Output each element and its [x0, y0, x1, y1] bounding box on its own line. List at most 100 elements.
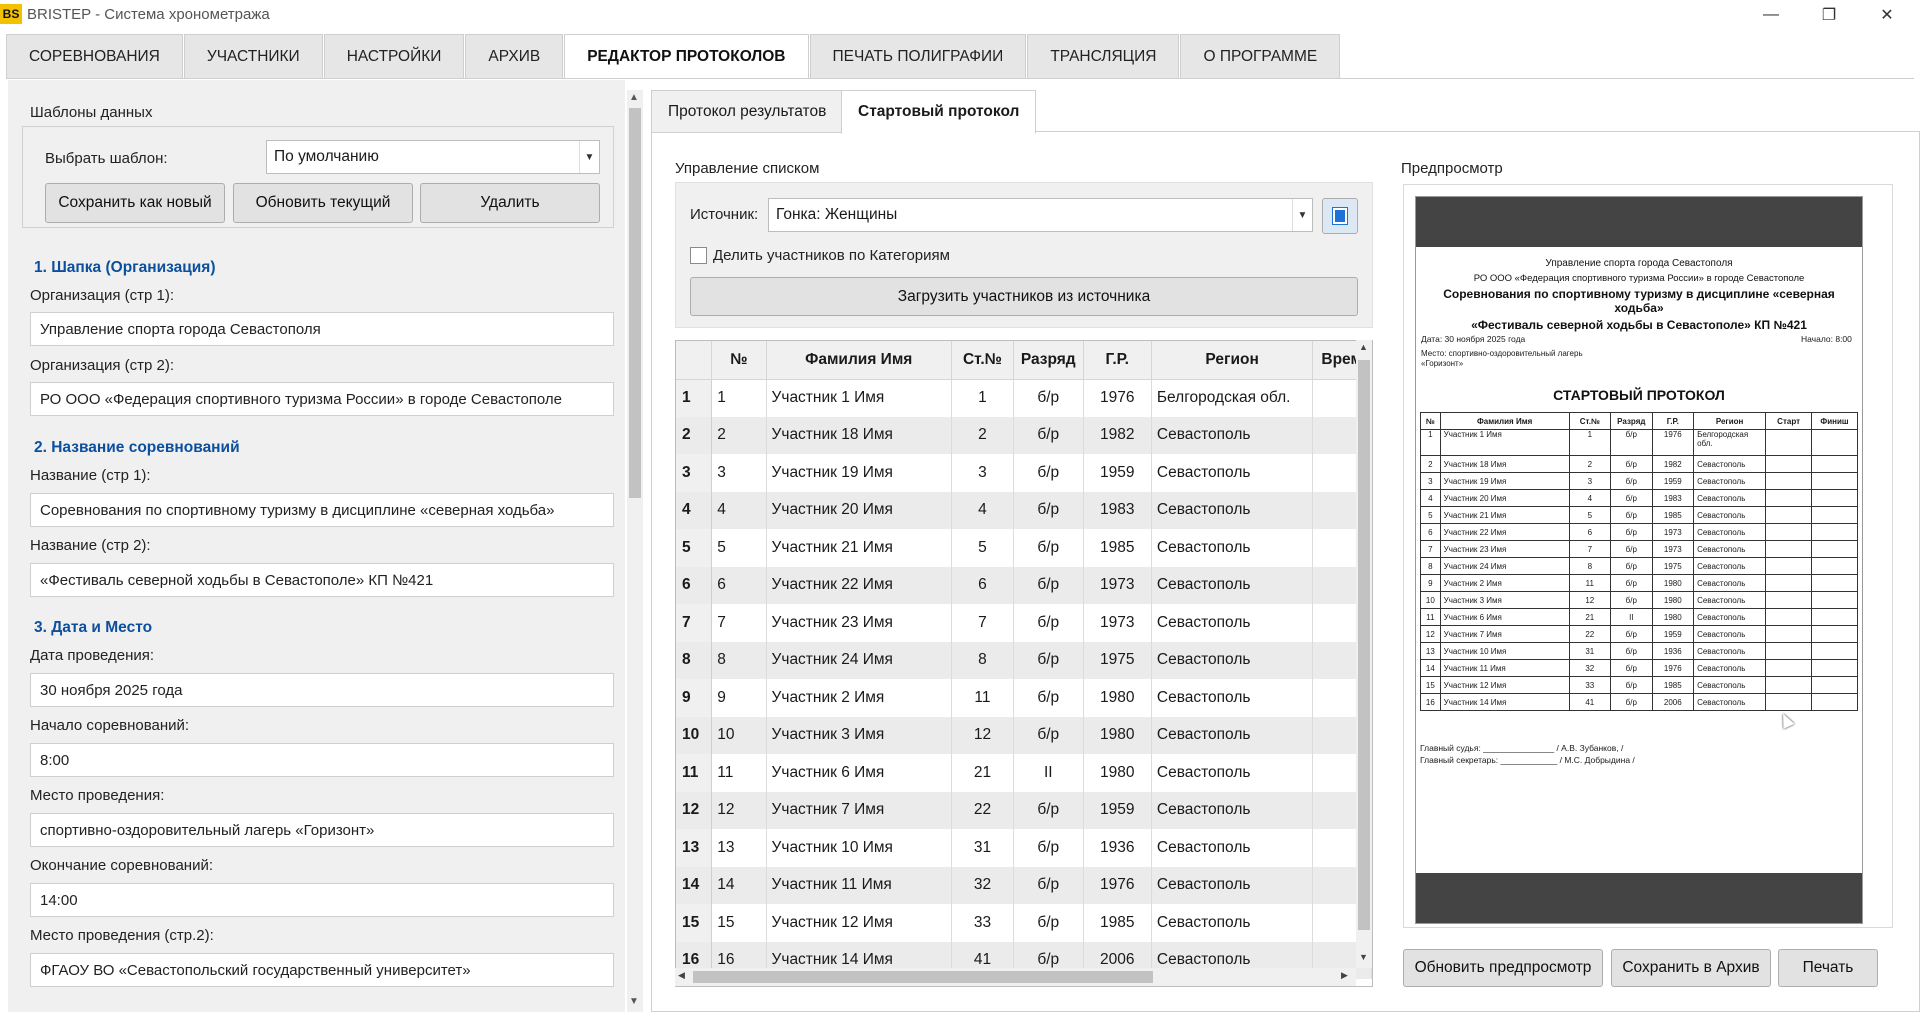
source-select[interactable]: Гонка: Женщины ▼	[768, 198, 1313, 232]
cell-number[interactable]: 3	[711, 454, 767, 492]
row-header[interactable]: 9	[676, 679, 713, 717]
refresh-source-button[interactable]	[1322, 198, 1358, 234]
table-row[interactable]: 6 6 Участник 22 Имя 6 б/р 1973 Севастополь	[676, 566, 1372, 604]
load-participants-button[interactable]: Загрузить участников из источника	[690, 277, 1358, 316]
cell-number[interactable]: 2	[711, 416, 767, 454]
cell-rank[interactable]: б/р	[1013, 716, 1084, 754]
row-header[interactable]: 11	[676, 754, 713, 792]
cell-bib[interactable]: 3	[951, 454, 1014, 492]
cell-bib[interactable]: 4	[951, 491, 1014, 529]
cell-number[interactable]: 6	[711, 566, 767, 604]
refresh-preview-button[interactable]: Обновить предпросмотр	[1403, 949, 1603, 987]
table-row[interactable]: 14 14 Участник 11 Имя 32 б/р 1976 Севастополь	[676, 866, 1372, 904]
cell-number[interactable]: 14	[711, 866, 767, 904]
tab-competitions[interactable]: СОРЕВНОВАНИЯ	[6, 34, 183, 79]
cell-region[interactable]: Севастополь	[1151, 566, 1314, 604]
cell-name[interactable]: Участник 3 Имя	[766, 716, 952, 754]
cell-bib[interactable]: 8	[951, 641, 1014, 679]
cell-name[interactable]: Участник 18 Имя	[766, 416, 952, 454]
cell-bib[interactable]: 33	[951, 904, 1014, 942]
cell-rank[interactable]: б/р	[1013, 829, 1084, 867]
cell-rank[interactable]: б/р	[1013, 604, 1084, 642]
cell-region[interactable]: Севастополь	[1151, 529, 1314, 567]
cell-number[interactable]: 15	[711, 904, 767, 942]
cell-year[interactable]: 1959	[1083, 791, 1152, 829]
tab-archive[interactable]: АРХИВ	[465, 34, 564, 79]
cell-bib[interactable]: 6	[951, 566, 1014, 604]
name2-field[interactable]: «Фестиваль северной ходьбы в Севастополе…	[30, 563, 614, 597]
split-categories-checkbox[interactable]	[690, 247, 707, 264]
cell-region[interactable]: Севастополь	[1151, 754, 1314, 792]
row-header[interactable]: 8	[676, 641, 713, 679]
cell-rank[interactable]: б/р	[1013, 416, 1084, 454]
cell-name[interactable]: Участник 2 Имя	[766, 679, 952, 717]
cell-name[interactable]: Участник 20 Имя	[766, 491, 952, 529]
cell-year[interactable]: 1976	[1083, 379, 1152, 417]
cell-region[interactable]: Севастополь	[1151, 491, 1314, 529]
cell-name[interactable]: Участник 10 Имя	[766, 829, 952, 867]
cell-region[interactable]: Севастополь	[1151, 641, 1314, 679]
cell-number[interactable]: 10	[711, 716, 767, 754]
cell-name[interactable]: Участник 1 Имя	[766, 379, 952, 417]
cell-rank[interactable]: б/р	[1013, 791, 1084, 829]
row-header[interactable]: 14	[676, 866, 713, 904]
cell-name[interactable]: Участник 19 Имя	[766, 454, 952, 492]
cell-year[interactable]: 1936	[1083, 829, 1152, 867]
scroll-down-icon[interactable]: ▼	[1359, 952, 1368, 962]
tab-print[interactable]: ПЕЧАТЬ ПОЛИГРАФИИ	[809, 34, 1027, 79]
cell-bib[interactable]: 21	[951, 754, 1014, 792]
cell-number[interactable]: 12	[711, 791, 767, 829]
preview-document[interactable]: Управление спорта города Севастополя РО …	[1415, 196, 1863, 924]
org1-field[interactable]: Управление спорта города Севастополя	[30, 312, 614, 346]
cell-number[interactable]: 9	[711, 679, 767, 717]
cell-year[interactable]: 1980	[1083, 754, 1152, 792]
cell-region[interactable]: Севастополь	[1151, 604, 1314, 642]
cell-number[interactable]: 5	[711, 529, 767, 567]
template-select[interactable]: По умолчанию ▼	[266, 140, 600, 174]
row-header[interactable]: 5	[676, 529, 713, 567]
cell-rank[interactable]: б/р	[1013, 866, 1084, 904]
cell-region[interactable]: Белгородская обл.	[1151, 379, 1314, 417]
table-row[interactable]: 3 3 Участник 19 Имя 3 б/р 1959 Севастополь	[676, 454, 1372, 492]
tab-participants[interactable]: УЧАСТНИКИ	[183, 34, 323, 79]
cell-rank[interactable]: б/р	[1013, 641, 1084, 679]
cell-region[interactable]: Севастополь	[1151, 829, 1314, 867]
table-row[interactable]: 15 15 Участник 12 Имя 33 б/р 1985 Севастополь	[676, 904, 1372, 942]
table-row[interactable]: 8 8 Участник 24 Имя 8 б/р 1975 Севастополь	[676, 641, 1372, 679]
left-scroll-thumb[interactable]	[629, 108, 641, 498]
grid-vscroll-thumb[interactable]	[1358, 360, 1370, 930]
cell-region[interactable]: Севастополь	[1151, 679, 1314, 717]
tab-start-protocol[interactable]: Стартовый протокол	[841, 90, 1037, 134]
start-field[interactable]: 8:00	[30, 743, 614, 777]
org2-field[interactable]: РО ООО «Федерация спортивного туризма Ро…	[30, 382, 614, 416]
end-field[interactable]: 14:00	[30, 883, 614, 917]
cell-year[interactable]: 1973	[1083, 566, 1152, 604]
cell-rank[interactable]: б/р	[1013, 379, 1084, 417]
table-row[interactable]: 13 13 Участник 10 Имя 31 б/р 1936 Севастополь	[676, 829, 1372, 867]
table-row[interactable]: 5 5 Участник 21 Имя 5 б/р 1985 Севастополь	[676, 529, 1372, 567]
scroll-up-icon[interactable]: ▲	[629, 92, 639, 103]
cell-year[interactable]: 1985	[1083, 904, 1152, 942]
delete-template-button[interactable]: Удалить	[420, 183, 600, 223]
cell-rank[interactable]: б/р	[1013, 566, 1084, 604]
scroll-left-icon[interactable]: ◀	[678, 970, 685, 981]
cell-name[interactable]: Участник 7 Имя	[766, 791, 952, 829]
row-header[interactable]: 1	[676, 379, 713, 417]
save-as-new-button[interactable]: Сохранить как новый	[45, 183, 225, 223]
grid-hscroll-thumb[interactable]	[693, 971, 1153, 983]
col-header-number[interactable]: №	[711, 341, 767, 380]
cell-bib[interactable]: 22	[951, 791, 1014, 829]
row-header[interactable]: 4	[676, 491, 713, 529]
tab-settings[interactable]: НАСТРОЙКИ	[323, 34, 465, 79]
row-header[interactable]: 2	[676, 416, 713, 454]
cell-rank[interactable]: б/р	[1013, 904, 1084, 942]
col-header-rank[interactable]: Разряд	[1013, 341, 1084, 380]
col-header-name[interactable]: Фамилия Имя	[766, 341, 952, 380]
cell-region[interactable]: Севастополь	[1151, 791, 1314, 829]
cell-number[interactable]: 11	[711, 754, 767, 792]
tab-broadcast[interactable]: ТРАНСЛЯЦИЯ	[1027, 34, 1180, 79]
row-header[interactable]: 15	[676, 904, 713, 942]
close-icon[interactable]: ✕	[1858, 0, 1916, 29]
cell-name[interactable]: Участник 6 Имя	[766, 754, 952, 792]
row-header[interactable]: 6	[676, 566, 713, 604]
